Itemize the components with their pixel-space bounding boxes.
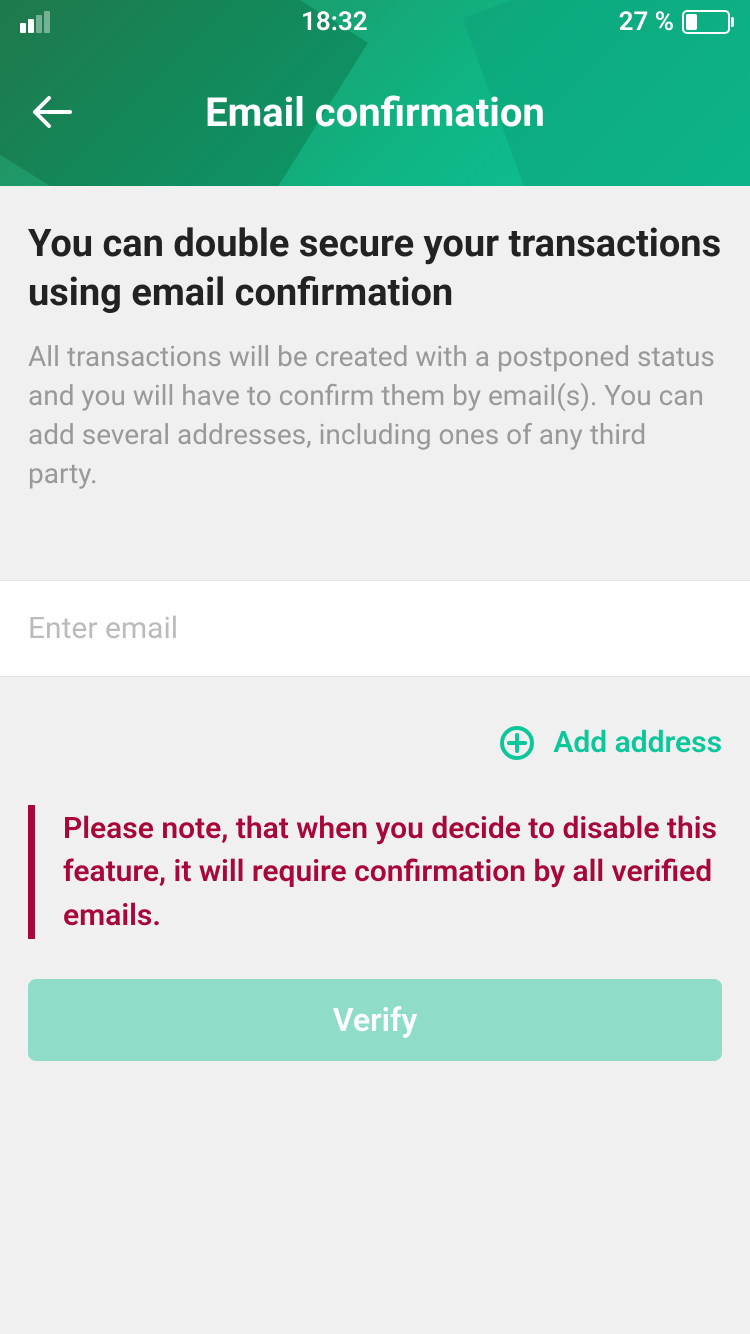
- plus-circle-icon: [499, 725, 535, 761]
- verify-button[interactable]: Verify: [28, 979, 722, 1061]
- battery-icon: [682, 10, 730, 34]
- add-address-label: Add address: [553, 725, 722, 760]
- status-time: 18:32: [301, 7, 368, 37]
- content-area: You can double secure your transactions …: [0, 186, 750, 494]
- battery-percent: 27 %: [619, 7, 674, 37]
- description-text: All transactions will be created with a …: [28, 337, 722, 494]
- warning-text: Please note, that when you decide to dis…: [63, 807, 722, 938]
- main-heading: You can double secure your transactions …: [28, 220, 722, 319]
- status-right: 27 %: [619, 7, 730, 37]
- email-input-container: [0, 580, 750, 677]
- page-title: Email confirmation: [28, 89, 722, 136]
- warning-note: Please note, that when you decide to dis…: [28, 805, 722, 940]
- status-bar: 18:32 27 %: [0, 0, 750, 44]
- signal-strength-icon: [20, 11, 50, 33]
- add-address-button[interactable]: Add address: [0, 677, 750, 761]
- email-field[interactable]: [0, 581, 750, 676]
